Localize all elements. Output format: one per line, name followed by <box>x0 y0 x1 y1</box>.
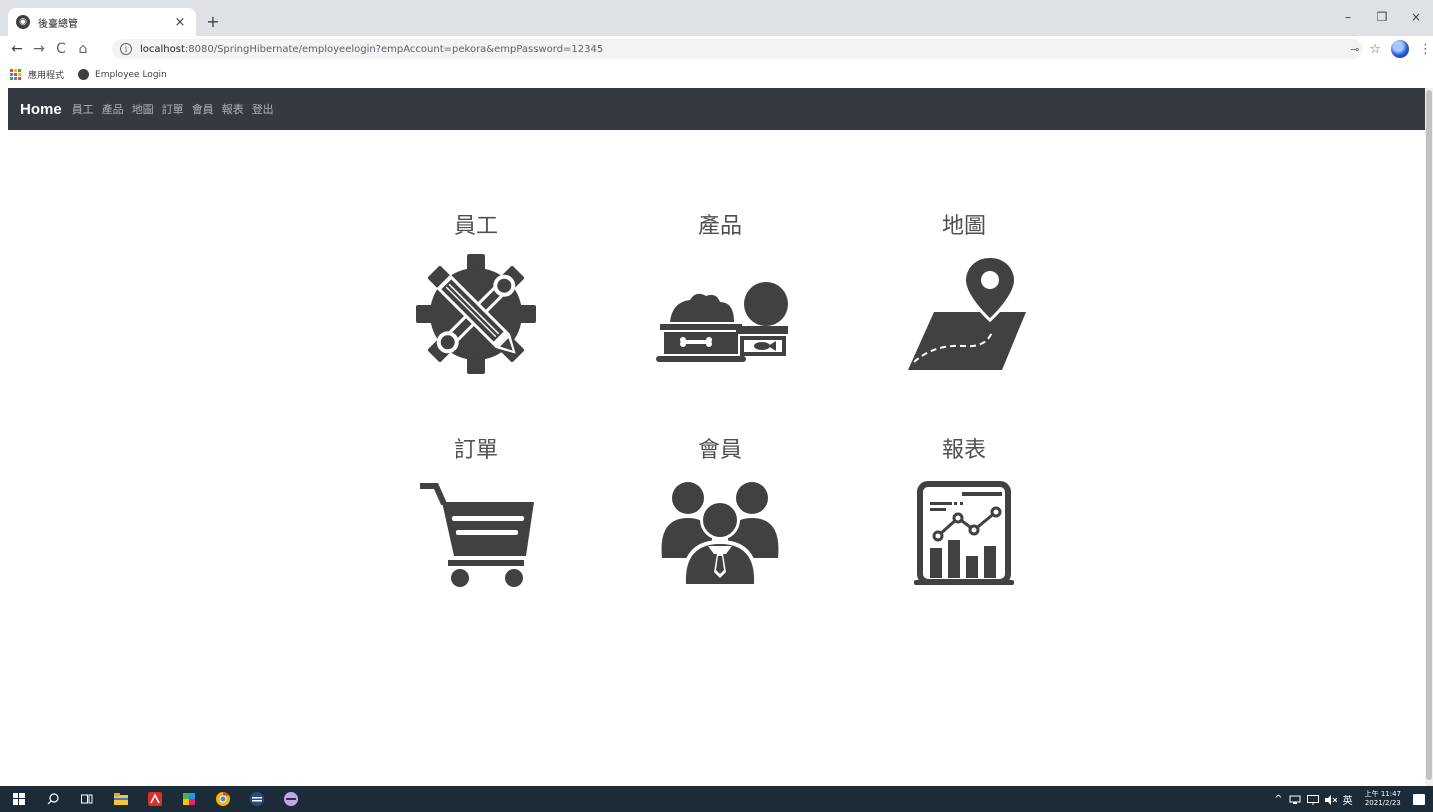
tile-products[interactable]: 產品 <box>640 214 800 380</box>
os-taskbar: ^ 英 上午 11:47 2021/2/23 <box>0 786 1433 812</box>
tile-map[interactable]: 地圖 <box>884 214 1044 380</box>
dashboard-tiles: 員工 產品 地圖 訂單 會員 報表 <box>0 0 1433 812</box>
tile-reports[interactable]: 報表 <box>884 438 1044 604</box>
shopping-cart-icon <box>401 476 551 604</box>
tile-label: 員工 <box>453 214 498 239</box>
tile-label: 產品 <box>697 214 742 239</box>
paint-app-icon[interactable] <box>174 786 204 812</box>
task-view-icon[interactable] <box>72 786 102 812</box>
eclipse-ide-icon[interactable] <box>276 786 306 812</box>
system-clock[interactable]: 上午 11:47 2021/2/23 <box>1365 790 1401 808</box>
pet-bowls-icon <box>645 252 795 380</box>
tile-label: 地圖 <box>941 214 986 239</box>
tray-overflow-icon[interactable]: ^ <box>1274 794 1282 805</box>
gear-tools-icon <box>401 252 551 380</box>
file-explorer-icon[interactable] <box>106 786 136 812</box>
people-group-icon <box>645 476 795 604</box>
eclipse-icon[interactable] <box>242 786 272 812</box>
input-language-indicator[interactable]: 英 <box>1343 792 1353 807</box>
tile-label: 會員 <box>697 438 742 463</box>
search-icon[interactable] <box>38 786 68 812</box>
tile-employees[interactable]: 員工 <box>396 214 556 380</box>
map-pin-icon <box>889 252 1039 380</box>
tile-orders[interactable]: 訂單 <box>396 438 556 604</box>
tile-label: 報表 <box>941 438 986 463</box>
tile-label: 訂單 <box>453 438 498 463</box>
clock-date: 2021/2/23 <box>1364 799 1401 807</box>
chart-report-icon <box>889 476 1039 604</box>
acrobat-icon[interactable] <box>140 786 170 812</box>
tile-members[interactable]: 會員 <box>640 438 800 604</box>
notification-center-icon[interactable] <box>1413 793 1425 805</box>
windows-start-icon[interactable] <box>4 786 34 812</box>
display-icon[interactable] <box>1306 790 1319 809</box>
volume-muted-icon[interactable] <box>1324 790 1337 809</box>
chrome-icon[interactable] <box>208 786 238 812</box>
network-icon[interactable] <box>1289 790 1301 809</box>
clock-time: 上午 11:47 <box>1364 790 1401 798</box>
system-tray: ^ 英 上午 11:47 2021/2/23 <box>1274 786 1425 812</box>
